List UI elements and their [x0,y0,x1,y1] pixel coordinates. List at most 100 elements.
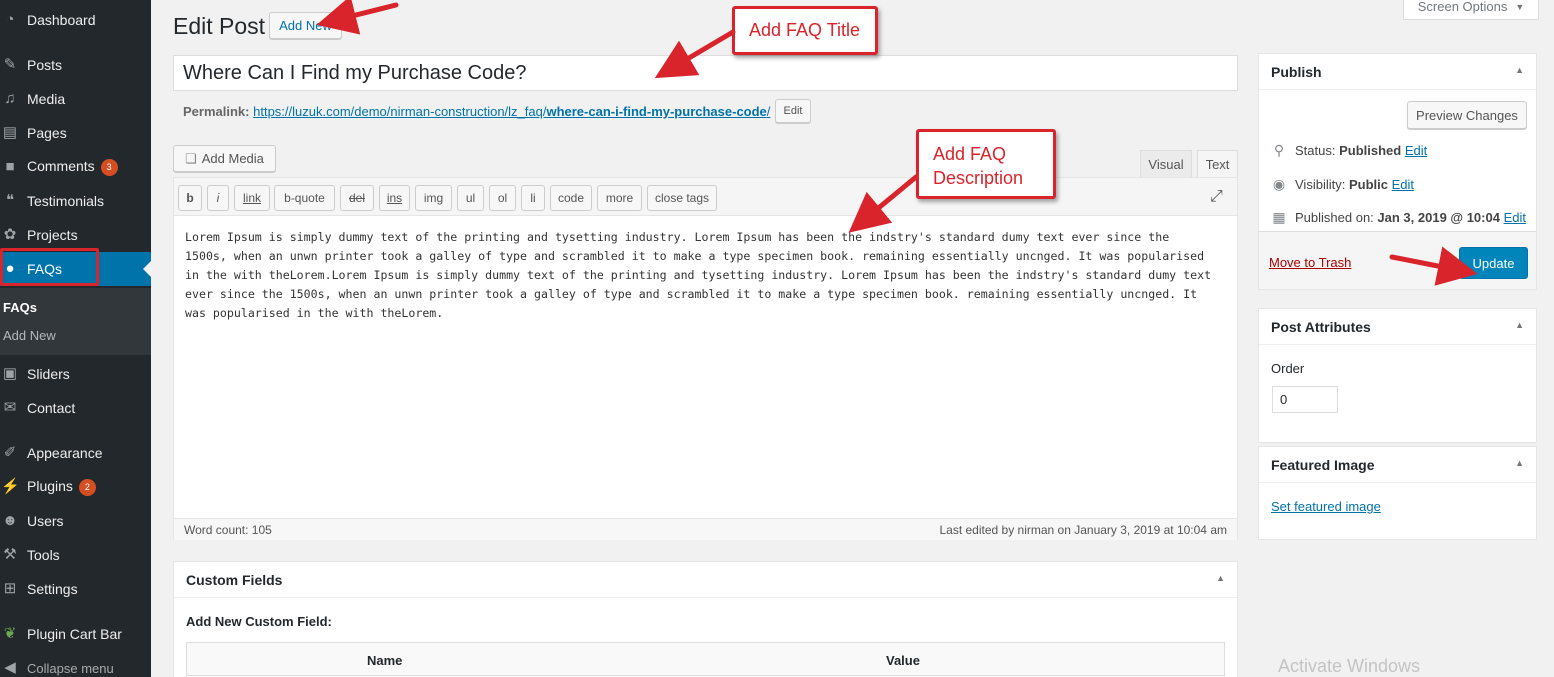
menu-plugin-cart-bar[interactable]: ❦ Plugin Cart Bar [0,617,151,651]
qt-ol-button[interactable]: ol [489,185,516,211]
qt-close-tags-button[interactable]: close tags [647,185,717,211]
projects-icon: ✿ [3,226,17,243]
custom-fields-box: Custom Fields ▲ Add New Custom Field: Na… [173,561,1238,677]
set-featured-image-link[interactable]: Set featured image [1271,499,1381,514]
custom-fields-table-header: Name Value [186,642,1225,676]
menu-contact[interactable]: ✉ Contact [0,391,151,425]
status-row: ⚲ Status: Published Edit [1271,142,1427,159]
menu-posts[interactable]: ✎ Posts [0,48,151,82]
plug-icon: ⚡ [1,478,20,495]
menu-settings[interactable]: ⊞ Settings [0,572,151,606]
menu-users[interactable]: ☻ Users [0,504,151,538]
post-attributes-header[interactable]: Post Attributes ▲ [1259,309,1536,345]
status-edit-link[interactable]: Edit [1405,143,1427,158]
pages-icon: ▤ [2,124,18,141]
custom-fields-title: Custom Fields [186,572,283,588]
permalink: Permalink: https://luzuk.com/demo/nirman… [183,104,770,119]
published-on-row: ▦ Published on: Jan 3, 2019 @ 10:04 Edit [1271,209,1526,226]
eye-icon: ◉ [1272,176,1286,192]
qt-ins-button[interactable]: ins [379,185,410,211]
permalink-slug: where-can-i-find-my-purchase-code [546,104,767,119]
screen-options-button[interactable]: Screen Options ▼ [1403,0,1539,20]
faqs-highlight-box [0,248,99,286]
collapse-triangle-icon[interactable]: ▲ [1515,65,1524,75]
update-button[interactable]: Update [1459,247,1528,279]
published-value: Jan 3, 2019 @ 10:04 [1377,210,1500,225]
last-edited: Last edited by nirman on January 3, 2019… [939,523,1227,537]
menu-sliders[interactable]: ▣ Sliders [0,357,151,391]
menu-pages[interactable]: ▤ Pages [0,116,151,150]
testimonials-icon: ❝ [5,192,15,209]
visibility-row: ◉ Visibility: Public Edit [1271,176,1414,193]
qt-link-button[interactable]: link [234,185,270,211]
qt-italic-button[interactable]: i [207,185,229,211]
menu-comments[interactable]: ■ Comments 3 [0,150,151,184]
menu-media[interactable]: ♫ Media [0,82,151,116]
callout-add-faq-title: Add FAQ Title [732,6,878,55]
collapse-menu[interactable]: ◀ Collapse menu [0,651,151,677]
post-title-input[interactable]: Where Can I Find my Purchase Code? [173,55,1238,91]
permalink-edit-button[interactable]: Edit [775,99,811,123]
qt-more-button[interactable]: more [597,185,642,211]
user-icon: ☻ [2,512,18,529]
qt-li-button[interactable]: li [521,185,545,211]
collapse-triangle-icon[interactable]: ▲ [1216,573,1225,583]
brush-icon: ✐ [3,444,17,461]
submenu-add-new[interactable]: Add New [3,328,56,343]
publish-header[interactable]: Publish ▲ [1259,54,1536,90]
menu-projects[interactable]: ✿ Projects [0,218,151,252]
menu-plugins[interactable]: ⚡ Plugins 2 [0,470,151,504]
move-to-trash-link[interactable]: Move to Trash [1269,255,1351,270]
qt-code-button[interactable]: code [550,185,592,211]
qt-ul-button[interactable]: ul [457,185,484,211]
add-media-icon: ❏ [185,150,197,166]
sliders-icon: ▣ [2,365,18,382]
comments-count-badge: 3 [100,159,118,176]
screen-options-label: Screen Options [1417,0,1508,14]
faqs-submenu: FAQs Add New [0,288,151,355]
content-textarea[interactable]: Lorem Ipsum is simply dummy text of the … [185,228,1215,323]
post-attributes-title: Post Attributes [1271,319,1371,335]
settings-icon: ⊞ [3,580,17,597]
visibility-value: Public [1348,177,1388,192]
published-edit-link[interactable]: Edit [1504,210,1526,225]
menu-tools[interactable]: ⚒ Tools [0,538,151,572]
permalink-base: https://luzuk.com/demo/nirman-constructi… [253,104,547,119]
submenu-faqs[interactable]: FAQs [3,300,37,315]
order-label: Order [1271,361,1305,376]
collapse-triangle-icon[interactable]: ▲ [1515,458,1524,468]
page-title: Edit Post [173,13,266,39]
publish-box: Publish ▲ Preview Changes ⚲ Status: Publ… [1258,53,1537,290]
menu-appearance[interactable]: ✐ Appearance [0,436,151,470]
dashboard-icon: ◔ [5,11,15,28]
quicktags-toolbar: b i link b-quote del ins img ul ol li co… [174,178,1237,216]
featured-image-header[interactable]: Featured Image ▲ [1259,447,1536,483]
add-media-button[interactable]: ❏ Add Media [173,145,276,172]
callout-add-faq-description: Add FAQ Description [916,129,1056,199]
preview-changes-button[interactable]: Preview Changes [1407,101,1527,129]
calendar-icon: ▦ [1272,209,1286,225]
qt-bquote-button[interactable]: b-quote [274,185,335,211]
qt-del-button[interactable]: del [340,185,374,211]
media-icon: ♫ [4,90,16,107]
menu-testimonials[interactable]: ❝ Testimonials [0,184,151,218]
permalink-url[interactable]: https://luzuk.com/demo/nirman-constructi… [253,104,770,119]
published-label: Published on: [1295,210,1374,225]
qt-img-button[interactable]: img [415,185,452,211]
editor-status-bar: Word count: 105 Last edited by nirman on… [174,518,1237,540]
order-input[interactable]: 0 [1272,386,1338,413]
visibility-edit-link[interactable]: Edit [1392,177,1414,192]
post-attributes-box: Post Attributes ▲ Order 0 [1258,308,1537,443]
menu-dashboard[interactable]: ◔ Dashboard [0,3,151,37]
featured-image-box: Featured Image ▲ Set featured image [1258,446,1537,540]
fullscreen-icon[interactable]: ⤢ [1210,188,1223,206]
add-media-label: Add Media [201,151,264,166]
tab-visual[interactable]: Visual [1140,150,1192,178]
visibility-label: Visibility: [1295,177,1346,192]
qt-bold-button[interactable]: b [178,185,202,211]
menu-plugins-label: Plugins [27,478,73,494]
tab-text[interactable]: Text [1197,150,1238,178]
collapse-triangle-icon[interactable]: ▲ [1515,320,1524,330]
custom-fields-header[interactable]: Custom Fields ▲ [174,562,1237,598]
add-new-button[interactable]: Add New [269,12,342,39]
